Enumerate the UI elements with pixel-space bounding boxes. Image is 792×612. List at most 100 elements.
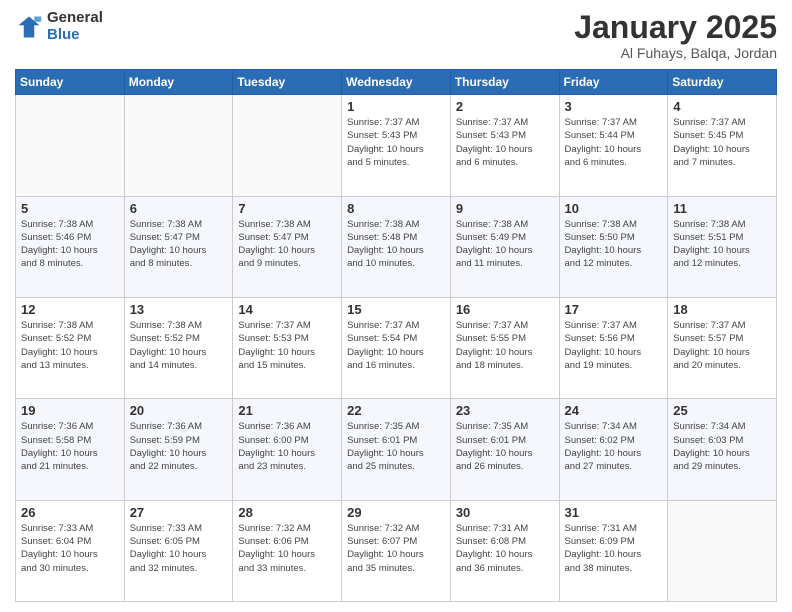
header-tuesday: Tuesday [233,70,342,95]
day-number: 6 [130,201,228,216]
table-row: 3 Sunrise: 7:37 AMSunset: 5:44 PMDaylight… [559,95,668,196]
day-info: Sunrise: 7:33 AMSunset: 6:04 PMDaylight:… [21,522,119,575]
day-number: 9 [456,201,554,216]
table-row: 12Sunrise: 7:38 AMSunset: 5:52 PMDayligh… [16,297,125,398]
week-row-4: 26Sunrise: 7:33 AMSunset: 6:04 PMDayligh… [16,500,777,601]
logo: General Blue [15,10,103,43]
day-info: Sunrise: 7:31 AMSunset: 6:09 PMDaylight:… [565,522,663,575]
header-monday: Monday [124,70,233,95]
day-info: Sunrise: 7:33 AMSunset: 6:05 PMDaylight:… [130,522,228,575]
day-info: Sunrise: 7:34 AMSunset: 6:02 PMDaylight:… [565,420,663,473]
table-row: 22 Sunrise: 7:35 AMSunset: 6:01 PMDayligh… [342,399,451,500]
day-number: 17 [565,302,663,317]
day-info: Sunrise: 7:37 AMSunset: 5:54 PMDaylight:… [347,319,445,372]
day-number: 30 [456,505,554,520]
table-row: 27 Sunrise: 7:33 AMSunset: 6:05 PMDayligh… [124,500,233,601]
day-number: 12 [21,302,119,317]
table-row: 31 Sunrise: 7:31 AMSunset: 6:09 PMDayligh… [559,500,668,601]
day-info: Sunrise: 7:32 AMSunset: 6:06 PMDaylight:… [238,522,336,575]
table-row: 7 Sunrise: 7:38 AMSunset: 5:47 PMDaylight… [233,196,342,297]
day-number: 7 [238,201,336,216]
table-row: 24Sunrise: 7:34 AMSunset: 6:02 PMDayligh… [559,399,668,500]
table-row: 28 Sunrise: 7:32 AMSunset: 6:06 PMDayligh… [233,500,342,601]
table-row: 11 Sunrise: 7:38 AMSunset: 5:51 PMDayligh… [668,196,777,297]
day-number: 2 [456,99,554,114]
day-number: 11 [673,201,771,216]
calendar-subtitle: Al Fuhays, Balqa, Jordan [574,45,777,61]
weekday-header-row: Sunday Monday Tuesday Wednesday Thursday… [16,70,777,95]
week-row-1: 5 Sunrise: 7:38 AMSunset: 5:46 PMDaylight… [16,196,777,297]
header-friday: Friday [559,70,668,95]
day-info: Sunrise: 7:38 AMSunset: 5:50 PMDaylight:… [565,218,663,271]
day-info: Sunrise: 7:37 AMSunset: 5:55 PMDaylight:… [456,319,554,372]
page: General Blue January 2025 Al Fuhays, Bal… [0,0,792,612]
day-info: Sunrise: 7:38 AMSunset: 5:46 PMDaylight:… [21,218,119,271]
day-number: 10 [565,201,663,216]
day-number: 23 [456,403,554,418]
day-info: Sunrise: 7:35 AMSunset: 6:01 PMDaylight:… [456,420,554,473]
header-sunday: Sunday [16,70,125,95]
day-info: Sunrise: 7:36 AMSunset: 5:58 PMDaylight:… [21,420,119,473]
table-row: 18 Sunrise: 7:37 AMSunset: 5:57 PMDayligh… [668,297,777,398]
day-number: 20 [130,403,228,418]
day-number: 29 [347,505,445,520]
day-number: 18 [673,302,771,317]
table-row: 25 Sunrise: 7:34 AMSunset: 6:03 PMDayligh… [668,399,777,500]
table-row: 2 Sunrise: 7:37 AMSunset: 5:43 PMDaylight… [450,95,559,196]
day-info: Sunrise: 7:35 AMSunset: 6:01 PMDaylight:… [347,420,445,473]
table-row: 26Sunrise: 7:33 AMSunset: 6:04 PMDayligh… [16,500,125,601]
day-info: Sunrise: 7:36 AMSunset: 5:59 PMDaylight:… [130,420,228,473]
header-thursday: Thursday [450,70,559,95]
table-row: 19 Sunrise: 7:36 AMSunset: 5:58 PMDayligh… [16,399,125,500]
day-number: 14 [238,302,336,317]
header-saturday: Saturday [668,70,777,95]
day-info: Sunrise: 7:37 AMSunset: 5:56 PMDaylight:… [565,319,663,372]
table-row: 20 Sunrise: 7:36 AMSunset: 5:59 PMDayligh… [124,399,233,500]
day-number: 1 [347,99,445,114]
table-row: 13Sunrise: 7:38 AMSunset: 5:52 PMDayligh… [124,297,233,398]
day-number: 31 [565,505,663,520]
day-number: 16 [456,302,554,317]
day-info: Sunrise: 7:37 AMSunset: 5:43 PMDaylight:… [347,116,445,169]
table-row: 8 Sunrise: 7:38 AMSunset: 5:48 PMDaylight… [342,196,451,297]
day-number: 27 [130,505,228,520]
day-info: Sunrise: 7:34 AMSunset: 6:03 PMDaylight:… [673,420,771,473]
day-number: 28 [238,505,336,520]
day-number: 5 [21,201,119,216]
day-info: Sunrise: 7:38 AMSunset: 5:51 PMDaylight:… [673,218,771,271]
table-row [668,500,777,601]
day-number: 15 [347,302,445,317]
week-row-3: 19 Sunrise: 7:36 AMSunset: 5:58 PMDayligh… [16,399,777,500]
week-row-0: 1 Sunrise: 7:37 AMSunset: 5:43 PMDaylight… [16,95,777,196]
table-row [16,95,125,196]
day-info: Sunrise: 7:37 AMSunset: 5:45 PMDaylight:… [673,116,771,169]
day-info: Sunrise: 7:38 AMSunset: 5:48 PMDaylight:… [347,218,445,271]
calendar-table: Sunday Monday Tuesday Wednesday Thursday… [15,69,777,602]
title-block: January 2025 Al Fuhays, Balqa, Jordan [574,10,777,61]
day-info: Sunrise: 7:37 AMSunset: 5:44 PMDaylight:… [565,116,663,169]
day-info: Sunrise: 7:31 AMSunset: 6:08 PMDaylight:… [456,522,554,575]
week-row-2: 12Sunrise: 7:38 AMSunset: 5:52 PMDayligh… [16,297,777,398]
day-info: Sunrise: 7:38 AMSunset: 5:47 PMDaylight:… [238,218,336,271]
table-row: 4 Sunrise: 7:37 AMSunset: 5:45 PMDaylight… [668,95,777,196]
day-number: 25 [673,403,771,418]
day-info: Sunrise: 7:37 AMSunset: 5:43 PMDaylight:… [456,116,554,169]
day-number: 8 [347,201,445,216]
table-row: 29Sunrise: 7:32 AMSunset: 6:07 PMDayligh… [342,500,451,601]
table-row: 16 Sunrise: 7:37 AMSunset: 5:55 PMDayligh… [450,297,559,398]
day-info: Sunrise: 7:38 AMSunset: 5:49 PMDaylight:… [456,218,554,271]
table-row: 5 Sunrise: 7:38 AMSunset: 5:46 PMDaylight… [16,196,125,297]
day-info: Sunrise: 7:37 AMSunset: 5:53 PMDaylight:… [238,319,336,372]
day-number: 13 [130,302,228,317]
table-row: 14 Sunrise: 7:37 AMSunset: 5:53 PMDayligh… [233,297,342,398]
table-row: 17 Sunrise: 7:37 AMSunset: 5:56 PMDayligh… [559,297,668,398]
day-number: 22 [347,403,445,418]
day-number: 3 [565,99,663,114]
day-number: 4 [673,99,771,114]
day-number: 19 [21,403,119,418]
header: General Blue January 2025 Al Fuhays, Bal… [15,10,777,61]
table-row: 1 Sunrise: 7:37 AMSunset: 5:43 PMDaylight… [342,95,451,196]
day-info: Sunrise: 7:37 AMSunset: 5:57 PMDaylight:… [673,319,771,372]
calendar-title: January 2025 [574,10,777,45]
table-row: 30 Sunrise: 7:31 AMSunset: 6:08 PMDayligh… [450,500,559,601]
